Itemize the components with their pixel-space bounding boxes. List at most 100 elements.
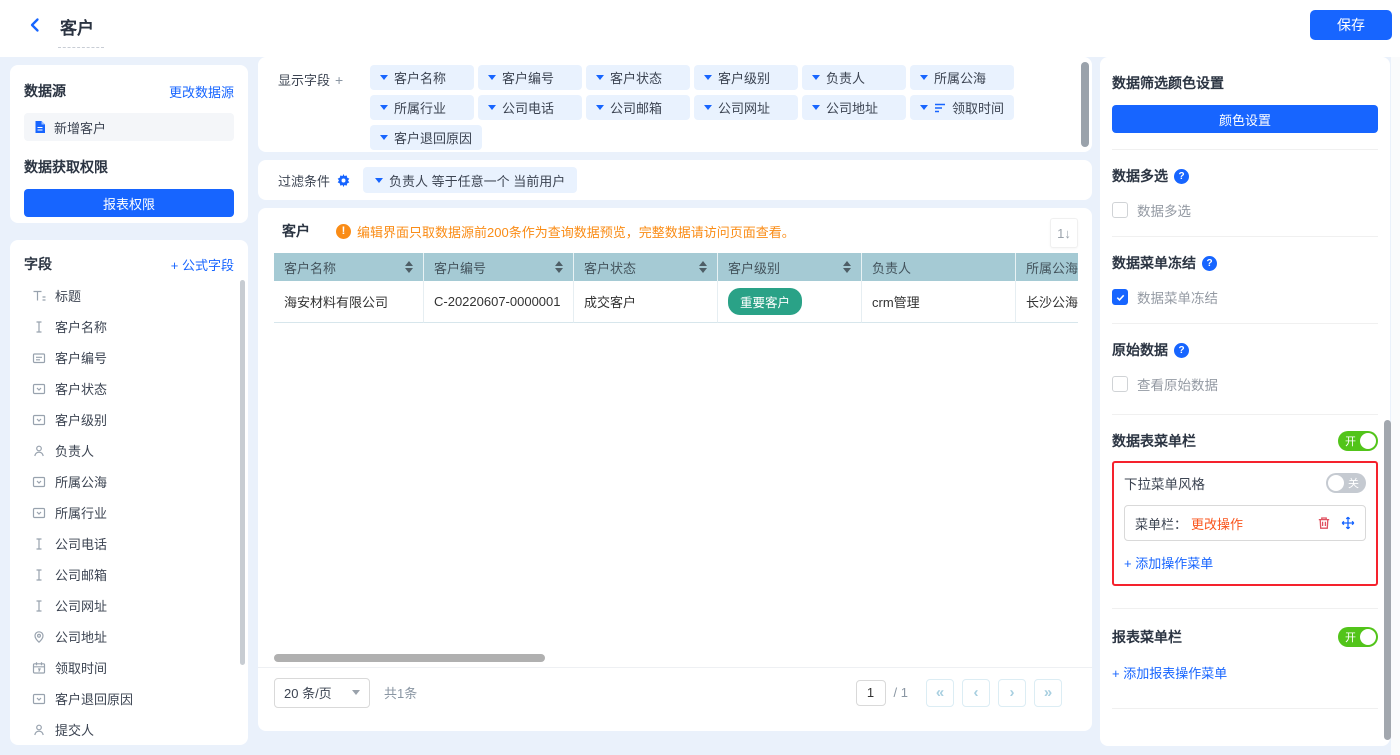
gear-icon[interactable]: [336, 173, 351, 188]
display-field-chip[interactable]: 客户编号: [478, 65, 582, 90]
chevron-down-icon[interactable]: [380, 135, 388, 140]
datasource-item-label: 新增客户: [54, 118, 106, 137]
column-header[interactable]: 客户名称: [274, 253, 424, 281]
chevron-down-icon[interactable]: [704, 105, 712, 110]
settings-panel: 数据筛选颜色设置 颜色设置 数据多选 ? 数据多选 数据菜单冻结 ? 数据菜单冻…: [1100, 57, 1390, 746]
field-item[interactable]: 公司电话: [24, 528, 234, 559]
sort-icon[interactable]: [843, 261, 851, 273]
fields-scrollbar[interactable]: [240, 280, 245, 665]
help-icon[interactable]: ?: [1174, 169, 1189, 184]
field-item[interactable]: 客户名称: [24, 311, 234, 342]
display-field-chip[interactable]: 所属行业: [370, 95, 474, 120]
chevron-down-icon[interactable]: [488, 75, 496, 80]
sort-icon[interactable]: [555, 261, 563, 273]
field-item[interactable]: 客户退回原因: [24, 683, 234, 714]
change-datasource-link[interactable]: 更改数据源: [169, 82, 234, 101]
help-icon[interactable]: ?: [1202, 256, 1217, 271]
column-header[interactable]: 客户状态: [574, 253, 718, 281]
chevron-down-icon[interactable]: [375, 178, 383, 183]
multi-select-checkbox-row[interactable]: 数据多选: [1112, 200, 1378, 220]
menu-item-value[interactable]: 更改操作: [1191, 514, 1243, 533]
sort-order-button[interactable]: 1↓: [1050, 218, 1078, 248]
checkbox-unchecked[interactable]: [1112, 376, 1128, 392]
back-icon[interactable]: [26, 16, 44, 37]
chevron-down-icon[interactable]: [920, 75, 928, 80]
next-page-button[interactable]: ›: [998, 679, 1026, 707]
filter-card: 过滤条件 负责人 等于任意一个 当前用户: [258, 160, 1092, 200]
pagination-bar: 20 条/页 共1条 1 / 1 « ‹ › »: [258, 667, 1092, 731]
select-icon: [32, 506, 46, 520]
trash-icon[interactable]: [1317, 516, 1331, 530]
filter-condition-chip[interactable]: 负责人 等于任意一个 当前用户: [363, 167, 577, 193]
field-item[interactable]: 所属行业: [24, 497, 234, 528]
display-field-chip[interactable]: 客户名称: [370, 65, 474, 90]
column-header[interactable]: 客户编号: [424, 253, 574, 281]
add-action-menu-link[interactable]: + 添加操作菜单: [1124, 556, 1213, 571]
display-field-chip[interactable]: 公司电话: [478, 95, 582, 120]
chevron-down-icon[interactable]: [596, 105, 604, 110]
display-field-chip[interactable]: 公司邮箱: [586, 95, 690, 120]
display-field-chip[interactable]: 客户退回原因: [370, 125, 482, 150]
display-field-chip[interactable]: 负责人: [802, 65, 906, 90]
menu-freeze-checkbox-row[interactable]: 数据菜单冻结: [1112, 287, 1378, 307]
display-fields-scrollbar[interactable]: [1081, 62, 1089, 147]
display-field-chip[interactable]: 公司网址: [694, 95, 798, 120]
horizontal-scrollbar[interactable]: [274, 654, 545, 662]
color-settings-button[interactable]: 颜色设置: [1112, 105, 1378, 133]
page-scrollbar[interactable]: [1384, 420, 1391, 740]
chevron-down-icon[interactable]: [488, 105, 496, 110]
move-icon[interactable]: [1341, 516, 1355, 530]
field-item[interactable]: 所属公海: [24, 466, 234, 497]
field-item[interactable]: 客户编号: [24, 342, 234, 373]
chevron-down-icon[interactable]: [380, 105, 388, 110]
page-number-input[interactable]: 1: [856, 680, 886, 706]
add-report-menu-link[interactable]: + 添加报表操作菜单: [1112, 666, 1227, 681]
sort-icon[interactable]: [699, 261, 707, 273]
add-display-field-button[interactable]: +: [335, 72, 343, 88]
checkbox-unchecked[interactable]: [1112, 202, 1128, 218]
sort-icon[interactable]: [405, 261, 413, 273]
display-field-chip[interactable]: 客户状态: [586, 65, 690, 90]
field-item[interactable]: 负责人: [24, 435, 234, 466]
report-permission-button[interactable]: 报表权限: [24, 189, 234, 217]
raw-data-checkbox-row[interactable]: 查看原始数据: [1112, 374, 1378, 394]
display-field-chip[interactable]: 所属公海: [910, 65, 1014, 90]
chevron-down-icon[interactable]: [596, 75, 604, 80]
field-item[interactable]: 客户级别: [24, 404, 234, 435]
field-item[interactable]: 客户状态: [24, 373, 234, 404]
menu-bar-item[interactable]: 菜单栏： 更改操作: [1124, 505, 1366, 541]
chevron-down-icon[interactable]: [812, 105, 820, 110]
last-page-button[interactable]: »: [1034, 679, 1062, 707]
field-item[interactable]: 公司网址: [24, 590, 234, 621]
select-icon: [32, 692, 46, 706]
chevron-down-icon[interactable]: [380, 75, 388, 80]
first-page-button[interactable]: «: [926, 679, 954, 707]
column-header[interactable]: 所属公海: [1016, 253, 1078, 281]
display-field-chip[interactable]: 客户级别: [694, 65, 798, 90]
datasource-item[interactable]: 新增客户: [24, 113, 234, 141]
report-menu-toggle[interactable]: 开: [1338, 627, 1378, 647]
field-item[interactable]: 公司地址: [24, 621, 234, 652]
column-header[interactable]: 负责人: [862, 253, 1016, 281]
checkbox-checked[interactable]: [1112, 289, 1128, 305]
table-menu-toggle[interactable]: 开: [1338, 431, 1378, 451]
column-header[interactable]: 客户级别: [718, 253, 862, 281]
dropdown-style-toggle[interactable]: 关: [1326, 473, 1366, 493]
chevron-down-icon[interactable]: [704, 75, 712, 80]
page-size-select[interactable]: 20 条/页: [274, 678, 370, 708]
field-item[interactable]: 提交人: [24, 714, 234, 745]
page-title[interactable]: 客户: [58, 14, 104, 48]
add-formula-field-link[interactable]: + 公式字段: [171, 255, 234, 274]
table-row[interactable]: 海安材料有限公司 C-20220607-0000001 成交客户 重要客户 cr…: [274, 281, 1078, 323]
prev-page-button[interactable]: ‹: [962, 679, 990, 707]
field-item[interactable]: 领取时间: [24, 652, 234, 683]
field-item[interactable]: 标题: [24, 280, 234, 311]
chevron-down-icon[interactable]: [812, 75, 820, 80]
chevron-down-icon[interactable]: [920, 105, 928, 110]
field-item[interactable]: 公司邮箱: [24, 559, 234, 590]
help-icon[interactable]: ?: [1174, 343, 1189, 358]
display-field-chip[interactable]: 公司地址: [802, 95, 906, 120]
display-field-chip-sorted[interactable]: 领取时间: [910, 95, 1014, 120]
text-icon: [32, 320, 46, 334]
save-button[interactable]: 保存: [1310, 10, 1392, 40]
